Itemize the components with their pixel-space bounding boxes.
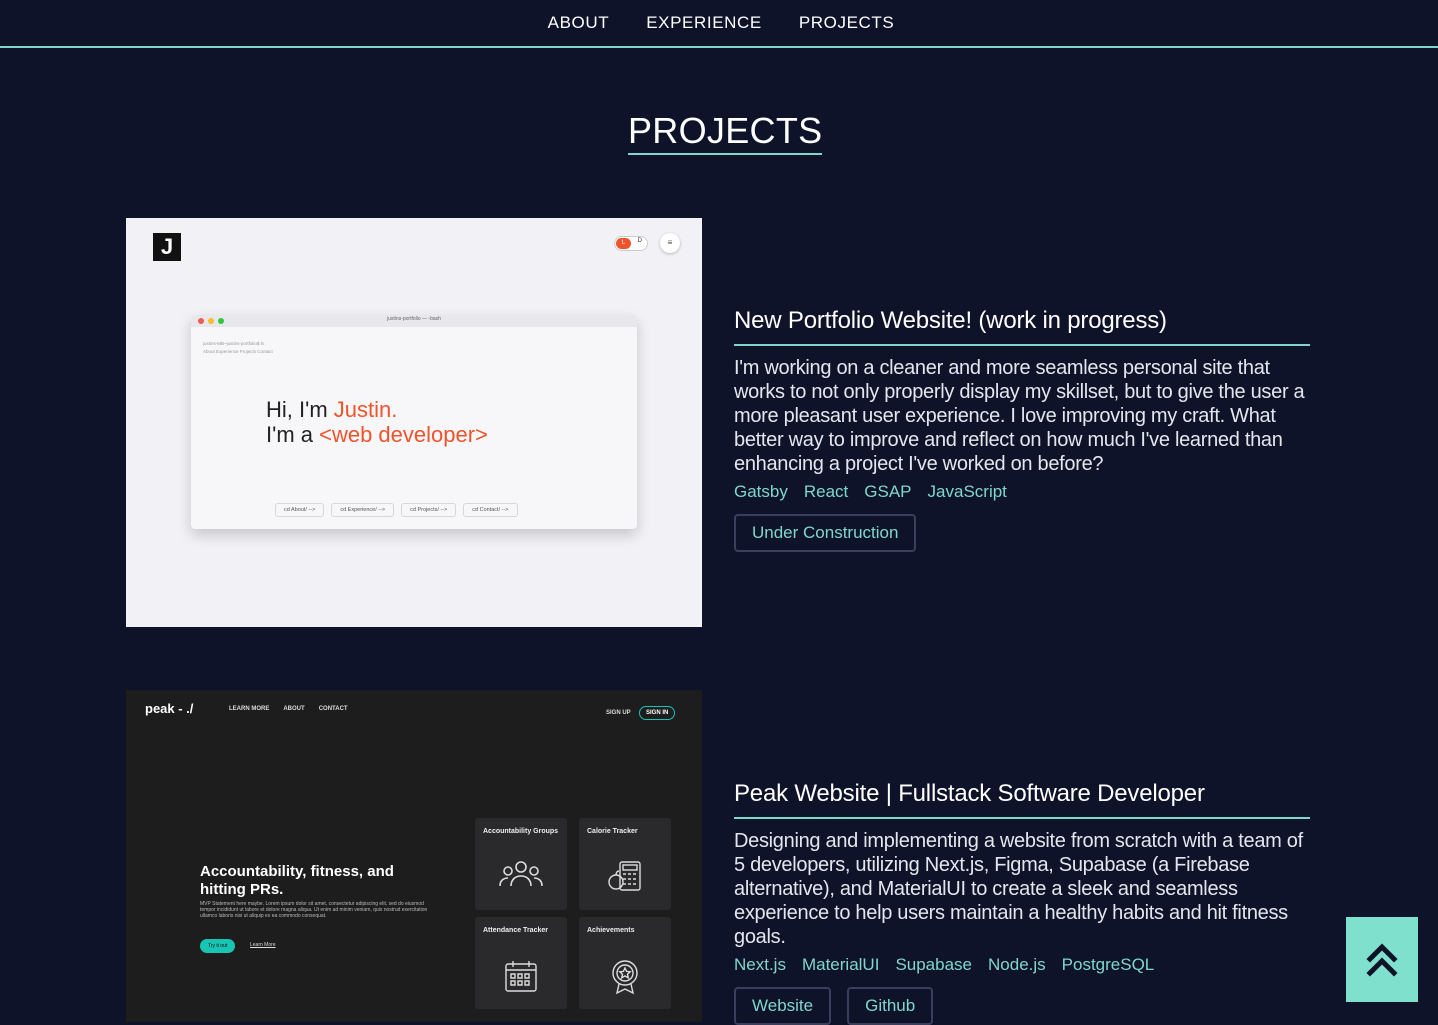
peak-brand: peak - ./ <box>145 701 194 716</box>
project-tags: Next.js MaterialUI Supabase Node.js Post… <box>734 955 1310 975</box>
peak-learn-link: Learn More <box>250 942 276 948</box>
tag: MaterialUI <box>801 955 880 974</box>
terminal-links: cd About/ --> cd Experience/ --> cd Proj… <box>275 503 518 517</box>
project-1-info: New Portfolio Website! (work in progress… <box>734 306 1310 552</box>
tag: Supabase <box>895 955 973 974</box>
logo-icon: J <box>153 233 181 261</box>
peak-hero-heading: Accountability, fitness, and hitting PRs… <box>200 863 394 898</box>
nav-about[interactable]: ABOUT <box>548 13 610 33</box>
tile-accountability: Accountability Groups <box>475 818 567 910</box>
peak-try-button: Try it out <box>200 939 236 953</box>
tag: Next.js <box>734 955 786 974</box>
terminal-link: cd About/ --> <box>275 503 325 517</box>
terminal-link: cd Projects/ --> <box>401 503 457 517</box>
tag: Node.js <box>988 955 1046 974</box>
people-icon <box>475 860 567 895</box>
terminal-prompt: justins-MB~justins-portfolio$ ls <box>203 341 264 346</box>
tile-label: Calorie Tracker <box>587 828 638 835</box>
peak-nav-item: CONTACT <box>318 706 348 712</box>
top-nav: ABOUT EXPERIENCE PROJECTS <box>0 0 1438 48</box>
under-construction-button[interactable]: Under Construction <box>734 514 917 552</box>
tile-achievements: Achievements <box>579 917 671 1009</box>
tile-label: Accountability Groups <box>483 828 559 835</box>
tile-label: Attendance Tracker <box>483 927 548 934</box>
tile-attendance: Attendance Tracker <box>475 917 567 1009</box>
nav-experience[interactable]: EXPERIENCE <box>646 13 762 33</box>
role-prefix: I'm a <box>266 422 320 447</box>
project-title: New Portfolio Website! (work in progress… <box>734 306 1310 346</box>
tile-label: Achievements <box>587 927 635 934</box>
terminal-dirs: About Experience Projects Contact <box>203 349 273 354</box>
double-chevron-up-icon <box>1366 942 1398 977</box>
peak-nav-item: ABOUT <box>283 706 305 712</box>
terminal-link: cd Contact/ --> <box>463 503 518 517</box>
menu-icon: ≡ <box>660 233 680 253</box>
section-title: PROJECTS <box>628 110 823 155</box>
peak-nav-item: LEARN MORE <box>229 706 270 712</box>
github-button[interactable]: Github <box>847 987 934 1025</box>
tag: GSAP <box>864 482 912 501</box>
tag: Gatsby <box>734 482 788 501</box>
terminal-link: cd Experience/ --> <box>331 503 395 517</box>
toggle-knob: L <box>616 238 631 249</box>
back-to-top-button[interactable] <box>1346 917 1418 1002</box>
project-2-info: Peak Website | Fullstack Software Develo… <box>734 779 1310 1025</box>
tag: React <box>803 482 849 501</box>
greeting-prefix: Hi, I'm <box>266 397 334 422</box>
project-description: Designing and implementing a website fro… <box>734 830 1303 948</box>
peak-hero-text: MVP Statement here maybe. Lorem ipsum do… <box>200 901 428 919</box>
tag: JavaScript <box>927 482 1007 501</box>
project-1-screenshot[interactable]: J L D ≡ justins-portfolio — -bash justin… <box>126 218 702 627</box>
calculator-apple-icon <box>579 860 671 899</box>
peak-sign-up: SIGN UP <box>606 710 631 716</box>
terminal-titlebar: justins-portfolio — -bash <box>191 315 637 327</box>
project-description: I'm working on a cleaner and more seamle… <box>734 357 1305 475</box>
calendar-icon <box>475 959 567 1000</box>
terminal-title: justins-portfolio — -bash <box>387 316 441 322</box>
terminal-window: justins-portfolio — -bash justins-MB~jus… <box>191 315 637 529</box>
medal-icon <box>579 959 671 1002</box>
peak-nav: LEARN MORE ABOUT CONTACT <box>229 706 348 712</box>
greeting-name: Justin. <box>333 397 398 422</box>
terminal-greeting: Hi, I'm Justin. I'm a <web developer> <box>266 397 488 447</box>
project-tags: Gatsby React GSAP JavaScript <box>734 482 1310 502</box>
tag: PostgreSQL <box>1061 955 1155 974</box>
nav-projects[interactable]: PROJECTS <box>799 13 894 33</box>
project-buttons: Under Construction <box>734 514 1310 552</box>
project-buttons: Website Github <box>734 987 1310 1025</box>
theme-toggle: L D <box>614 236 648 251</box>
role-text: <web developer> <box>319 422 488 447</box>
website-button[interactable]: Website <box>734 987 832 1025</box>
peak-sign-in: SIGN IN <box>639 706 676 720</box>
toggle-dark-label: D <box>637 238 642 244</box>
project-2-screenshot[interactable]: peak - ./ LEARN MORE ABOUT CONTACT SIGN … <box>126 690 702 1022</box>
project-title: Peak Website | Fullstack Software Develo… <box>734 779 1310 819</box>
tile-calorie: Calorie Tracker <box>579 818 671 910</box>
